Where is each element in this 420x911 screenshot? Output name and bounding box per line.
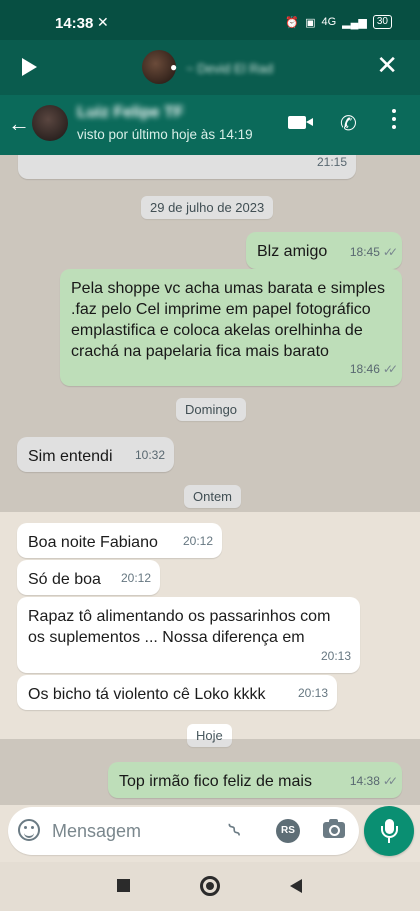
system-navigation-bar: [0, 862, 420, 911]
date-divider: Domingo: [176, 398, 247, 421]
voice-record-button[interactable]: [364, 806, 414, 856]
status-bar: 14:38 ✕ ⏰ ▣ 4G ▂▄▆ 30: [0, 0, 420, 40]
message-time: 18:45: [349, 245, 380, 259]
message-text: Sim entendi: [28, 448, 113, 465]
camera-icon[interactable]: [323, 819, 345, 838]
message-time: 14:38: [349, 774, 380, 788]
more-options-icon[interactable]: [392, 109, 398, 133]
message-bubble-in[interactable]: Os bicho tá violento cê Loko kkkk 20:13: [17, 675, 337, 710]
back-arrow-icon[interactable]: ←: [8, 111, 30, 137]
message-time: 18:46: [349, 362, 380, 376]
message-bubble-in[interactable]: Só de boa 20:12: [17, 560, 160, 595]
network-label: 4G: [321, 16, 337, 28]
read-ticks-icon: ✓✓: [382, 774, 398, 788]
voice-playback-bar: ● ~ Devid El Rad ✕: [0, 40, 420, 95]
attach-icon[interactable]: ⌇: [223, 818, 247, 843]
rs-payment-icon[interactable]: RS: [276, 819, 300, 843]
message-time: 20:12: [182, 534, 213, 548]
message-meta: 18:45 ✓✓: [349, 242, 398, 263]
mic-small-icon: ●: [170, 60, 178, 74]
sim-icon: ▣: [305, 16, 316, 29]
message-bubble-in[interactable]: Rapaz tô alimentando os passarinhos com …: [17, 597, 360, 673]
read-ticks-icon: ✓✓: [382, 245, 398, 259]
emoji-icon[interactable]: [18, 819, 40, 841]
message-time: 21:15: [316, 155, 347, 169]
message-text: Boa noite Fabiano: [28, 534, 158, 551]
message-text: Blz amigo: [257, 243, 328, 260]
playback-contact-name: ~ Devid El Rad: [186, 61, 274, 76]
signal-icon: ▂▄▆: [342, 16, 367, 29]
video-call-icon[interactable]: [288, 116, 313, 129]
message-bubble-out[interactable]: Pela shoppe vc acha umas barata e simple…: [60, 269, 402, 386]
recent-apps-icon[interactable]: [117, 879, 130, 892]
microphone-icon-stem: [388, 838, 390, 843]
message-text: Pela shoppe vc acha umas barata e simple…: [71, 280, 385, 360]
date-divider: 29 de julho de 2023: [141, 196, 274, 219]
contact-avatar[interactable]: [32, 105, 68, 141]
status-icons: ⏰ ▣ 4G ▂▄▆ 30: [285, 15, 392, 29]
back-icon[interactable]: [290, 879, 302, 893]
message-text: Os bicho tá violento cê Loko kkkk: [28, 686, 266, 703]
chat-header: ← Luiz Felipe TF visto por último hoje à…: [0, 95, 420, 155]
close-icon[interactable]: ✕: [376, 52, 398, 78]
message-composer: ⌇ RS: [8, 807, 359, 855]
message-bubble-in[interactable]: 21:15: [18, 155, 356, 179]
home-icon[interactable]: [200, 876, 220, 896]
message-text: Top irmão fico feliz de mais: [119, 773, 312, 790]
message-list[interactable]: 21:15 29 de julho de 2023 Blz amigo 18:4…: [0, 155, 420, 805]
last-seen-status: visto por último hoje às 14:19: [77, 127, 253, 142]
message-meta: 14:38 ✓✓: [349, 771, 398, 792]
date-divider: Ontem: [184, 485, 242, 508]
phone-call-icon[interactable]: ✆: [340, 111, 357, 136]
alarm-icon: ⏰: [285, 16, 300, 29]
microphone-icon-arc: [381, 826, 398, 838]
status-time: 14:38: [55, 15, 94, 32]
message-bubble-out[interactable]: Blz amigo 18:45 ✓✓: [246, 232, 402, 269]
message-bubble-in[interactable]: Boa noite Fabiano 20:12: [17, 523, 222, 558]
battery-level: 30: [372, 15, 392, 29]
message-input[interactable]: [52, 817, 212, 845]
read-ticks-icon: ✓✓: [382, 362, 398, 376]
play-icon[interactable]: [22, 58, 37, 76]
message-meta: 18:46 ✓✓: [349, 359, 398, 380]
message-text: Rapaz tô alimentando os passarinhos com …: [28, 608, 331, 646]
x-app-icon: ✕: [97, 14, 109, 30]
message-time: 10:32: [134, 448, 165, 462]
message-time: 20:13: [320, 649, 351, 663]
message-text: Só de boa: [28, 571, 101, 588]
message-time: 20:12: [120, 571, 151, 585]
message-bubble-in[interactable]: Sim entendi 10:32: [17, 437, 174, 472]
contact-name[interactable]: Luiz Felipe TF: [77, 104, 184, 122]
date-divider: Hoje: [187, 724, 232, 747]
message-time: 20:13: [297, 686, 328, 700]
message-bubble-out[interactable]: Top irmão fico feliz de mais 14:38 ✓✓: [108, 762, 402, 798]
